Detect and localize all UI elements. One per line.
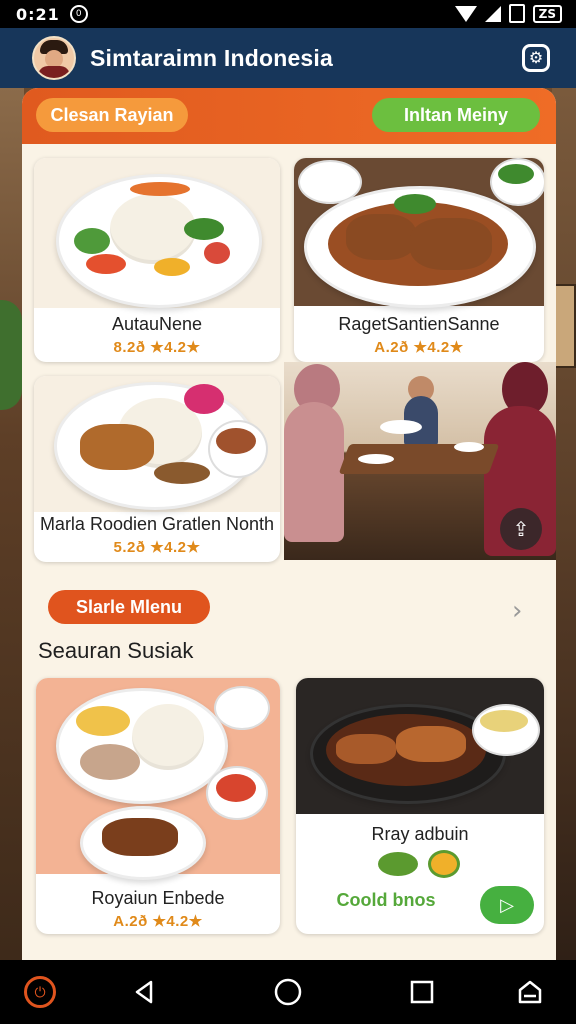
food-name: Royaiun Enbede <box>91 888 225 908</box>
wifi-icon <box>454 5 477 22</box>
back-icon[interactable] <box>128 976 160 1008</box>
food-price: A.2ð ★4.2★ <box>113 913 203 930</box>
food-photo <box>296 678 544 814</box>
navigation-bar: ⏻ <box>0 960 576 1024</box>
share-icon[interactable]: ⇪ <box>500 508 542 550</box>
tab-left[interactable]: Clesan Rayian <box>36 98 188 132</box>
status-icons: ZS <box>454 4 562 23</box>
app-bar: Simtaraimn Indonesia ⚙ <box>0 28 576 88</box>
plant-decoration <box>0 300 22 410</box>
recent-apps-icon[interactable] <box>406 976 438 1008</box>
food-card[interactable]: Marla Roodien Gratlen Nonth 5.2ð ★4.2★ <box>34 376 280 562</box>
status-bar: 0:21 0 ZS <box>0 0 576 28</box>
signal-icon <box>484 5 501 22</box>
chevron-right-icon[interactable]: › <box>512 596 522 626</box>
status-time: 0:21 <box>16 4 60 24</box>
keyboard-icon[interactable] <box>514 976 546 1008</box>
gear-icon[interactable]: ⚙ <box>522 44 550 72</box>
food-photo <box>294 158 544 308</box>
food-name: Rray adbuin <box>371 824 469 844</box>
food-card[interactable]: AutauNene 8.2ð ★4.2★ <box>34 158 280 362</box>
food-price: A.2ð ★4.2★ <box>374 339 464 356</box>
food-name: Marla Roodien Gratlen Nonth <box>39 514 275 534</box>
power-icon[interactable]: ⏻ <box>24 976 56 1008</box>
tab-right[interactable]: Inltan Meiny <box>372 98 540 132</box>
cta-label: Coold bnos <box>336 890 436 910</box>
avatar[interactable] <box>32 36 76 80</box>
sim-icon <box>508 4 525 23</box>
arrow-right-icon[interactable]: ▷ <box>480 886 534 924</box>
ingredients-illustration <box>296 848 544 882</box>
section-title: Seauran Susiak <box>38 638 194 663</box>
notification-icon: 0 <box>69 5 88 23</box>
restaurant-photo: ⇪ <box>284 362 556 560</box>
food-photo <box>36 678 280 880</box>
app-title: Simtaraimn Indonesia <box>90 44 334 71</box>
food-card[interactable]: Royaiun Enbede A.2ð ★4.2★ <box>36 678 280 934</box>
food-name: AutauNene <box>111 314 203 334</box>
food-photo <box>34 158 280 308</box>
menu-button[interactable]: Slarle Mlenu <box>48 590 210 624</box>
background-left <box>0 88 24 960</box>
home-icon[interactable] <box>272 976 304 1008</box>
food-price: 5.2ð ★4.2★ <box>113 539 201 556</box>
food-name: RagetSantienSanne <box>338 314 500 334</box>
food-price: 8.2ð ★4.2★ <box>113 339 201 356</box>
food-photo <box>34 376 280 512</box>
food-card[interactable]: RagetSantienSanne A.2ð ★4.2★ <box>294 158 544 362</box>
battery-icon: ZS <box>532 4 562 23</box>
